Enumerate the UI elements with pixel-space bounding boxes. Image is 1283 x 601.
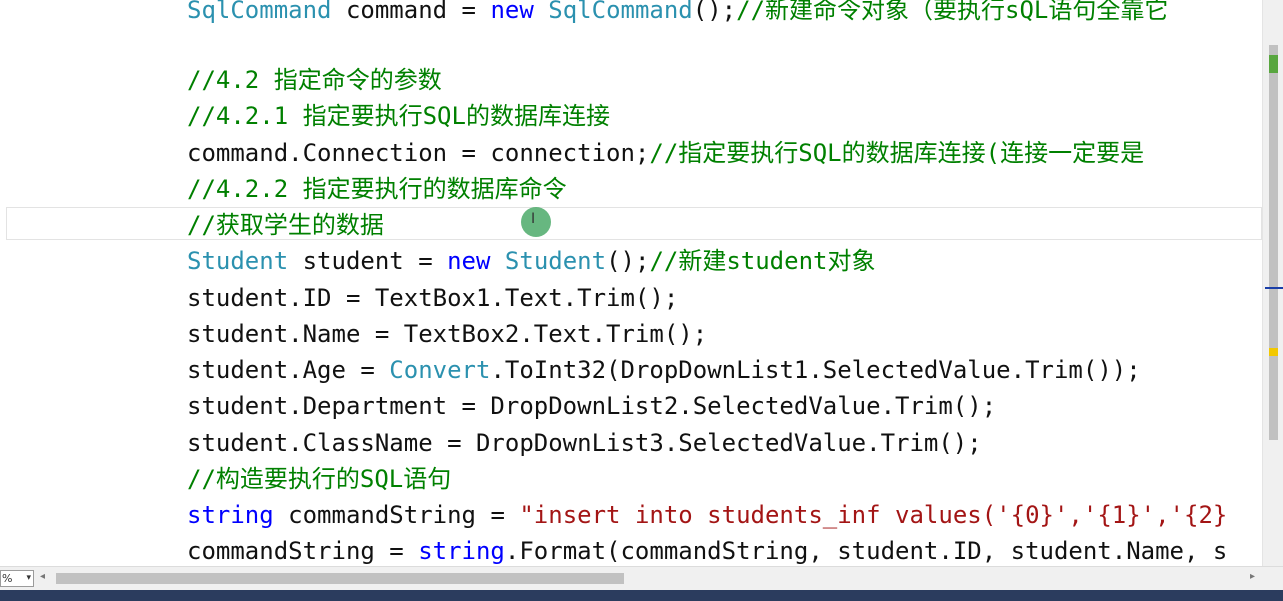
code-token: commandString =	[187, 537, 419, 565]
code-line-9[interactable]: student.Name = TextBox2.Text.Trim();	[187, 316, 707, 352]
keyword-token: new	[490, 0, 534, 24]
keyword-token: new	[447, 247, 491, 275]
code-line-15[interactable]: commandString = string.Format(commandStr…	[187, 533, 1227, 566]
type-token: Student	[187, 247, 289, 275]
zoom-value: %	[2, 572, 13, 585]
code-line-2[interactable]: //4.2 指定命令的参数	[187, 62, 442, 98]
code-line-11[interactable]: student.Department = DropDownList2.Selec…	[187, 388, 996, 424]
code-line-6[interactable]: //获取学生的数据	[187, 207, 384, 243]
code-line-13[interactable]: //构造要执行的SQL语句	[187, 461, 451, 497]
code-token: ();	[692, 0, 737, 24]
code-token: commandString =	[273, 501, 520, 529]
code-line-14[interactable]: string commandString = "insert into stud…	[187, 497, 1227, 533]
comment-token: //新建student对象	[649, 247, 876, 275]
horizontal-scrollbar-bar: % ▾ ◂ ▸	[0, 566, 1283, 590]
code-line-8[interactable]: student.ID = TextBox1.Text.Trim();	[187, 280, 678, 316]
code-token: student =	[288, 247, 448, 275]
code-token: command =	[331, 0, 491, 24]
code-line-7[interactable]: Student student = new Student();//新建stud…	[187, 243, 875, 279]
code-token: ();	[606, 247, 650, 275]
chevron-down-icon: ▾	[26, 573, 31, 583]
vertical-scroll-thumb[interactable]	[1269, 45, 1278, 440]
ibeam-cursor-icon: I	[531, 211, 536, 227]
code-line-10[interactable]: student.Age = Convert.ToInt32(DropDownLi…	[187, 352, 1141, 388]
code-token: student.Age =	[187, 356, 390, 384]
code-token: command.Connection = connection;	[187, 139, 650, 167]
change-marker	[1269, 55, 1278, 73]
code-line-4[interactable]: command.Connection = connection;//指定要执行S…	[187, 135, 1144, 171]
code-line-3[interactable]: //4.2.1 指定要执行SQL的数据库连接	[187, 98, 610, 134]
code-line-5[interactable]: //4.2.2 指定要执行的数据库命令	[187, 171, 567, 207]
string-token: "insert into students_inf values('{0}','…	[519, 501, 1228, 529]
code-token: .Format(commandString, student.ID, stude…	[504, 537, 1228, 565]
comment-token: //指定要执行SQL的数据库连接(连接一定要是	[649, 139, 1145, 167]
status-bar	[0, 590, 1283, 601]
mouse-cursor-highlight	[521, 207, 551, 237]
vertical-scrollbar[interactable]	[1262, 0, 1283, 566]
comment-token: //新建命令对象（要执行sQL语句全靠它	[736, 0, 1169, 24]
scroll-left-icon[interactable]: ◂	[40, 571, 45, 582]
horizontal-scroll-thumb[interactable]	[56, 573, 624, 584]
scroll-right-icon[interactable]: ▸	[1250, 571, 1255, 582]
code-token: .ToInt32(DropDownList1.SelectedValue.Tri…	[490, 356, 1141, 384]
unsaved-change-marker	[1269, 348, 1278, 356]
type-token: SqlCommand	[548, 0, 693, 24]
type-token: SqlCommand	[187, 0, 332, 24]
keyword-token: string	[418, 537, 505, 565]
code-line-1[interactable]: SqlCommand command = new SqlCommand();//…	[187, 0, 1168, 28]
zoom-dropdown[interactable]: % ▾	[0, 570, 34, 587]
type-token: Convert	[389, 356, 491, 384]
code-editor[interactable]: SqlCommand command = new SqlCommand();//…	[0, 0, 1262, 566]
caret-position-marker	[1265, 287, 1283, 289]
type-token: Student	[504, 247, 607, 275]
keyword-token: string	[187, 501, 274, 529]
code-line-12[interactable]: student.ClassName = DropDownList3.Select…	[187, 425, 982, 461]
